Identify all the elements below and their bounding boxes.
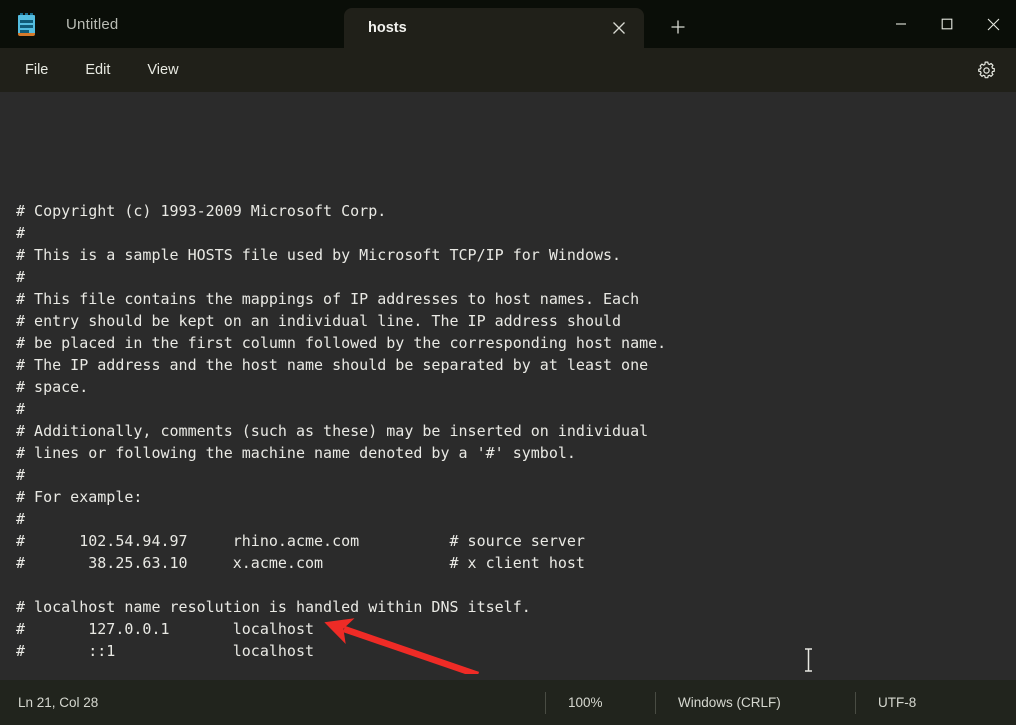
window-controls bbox=[878, 0, 1016, 48]
title-bar: Untitled hosts bbox=[0, 0, 1016, 48]
maximize-button[interactable] bbox=[924, 0, 970, 48]
gear-icon[interactable] bbox=[970, 54, 1002, 86]
editor-content[interactable]: # Copyright (c) 1993-2009 Microsoft Corp… bbox=[16, 200, 666, 662]
tab-strip: hosts bbox=[344, 0, 696, 48]
text-editor-area[interactable]: # Copyright (c) 1993-2009 Microsoft Corp… bbox=[0, 92, 1016, 680]
close-icon[interactable] bbox=[604, 13, 634, 43]
menu-file[interactable]: File bbox=[10, 56, 63, 84]
status-bar: Ln 21, Col 28 100% Windows (CRLF) UTF-8 bbox=[0, 680, 1016, 725]
status-zoom[interactable]: 100% bbox=[545, 691, 655, 714]
menu-bar: File Edit View bbox=[0, 48, 1016, 92]
status-position: Ln 21, Col 28 bbox=[18, 695, 99, 710]
minimize-button[interactable] bbox=[878, 0, 924, 48]
tab-label: hosts bbox=[368, 20, 407, 36]
text-cursor-icon bbox=[805, 648, 812, 672]
close-window-button[interactable] bbox=[970, 0, 1016, 48]
menu-edit[interactable]: Edit bbox=[70, 56, 125, 84]
app-title: Untitled bbox=[66, 15, 119, 33]
new-tab-button[interactable] bbox=[660, 9, 696, 45]
status-line-ending[interactable]: Windows (CRLF) bbox=[655, 691, 855, 714]
title-bar-app-area: Untitled bbox=[0, 0, 344, 48]
notepad-window: Untitled hosts File Edit View # Copyrigh… bbox=[0, 0, 1016, 725]
notepad-icon bbox=[16, 12, 38, 36]
status-encoding[interactable]: UTF-8 bbox=[855, 691, 1016, 714]
tab-hosts[interactable]: hosts bbox=[344, 8, 644, 48]
menu-view[interactable]: View bbox=[132, 56, 193, 84]
